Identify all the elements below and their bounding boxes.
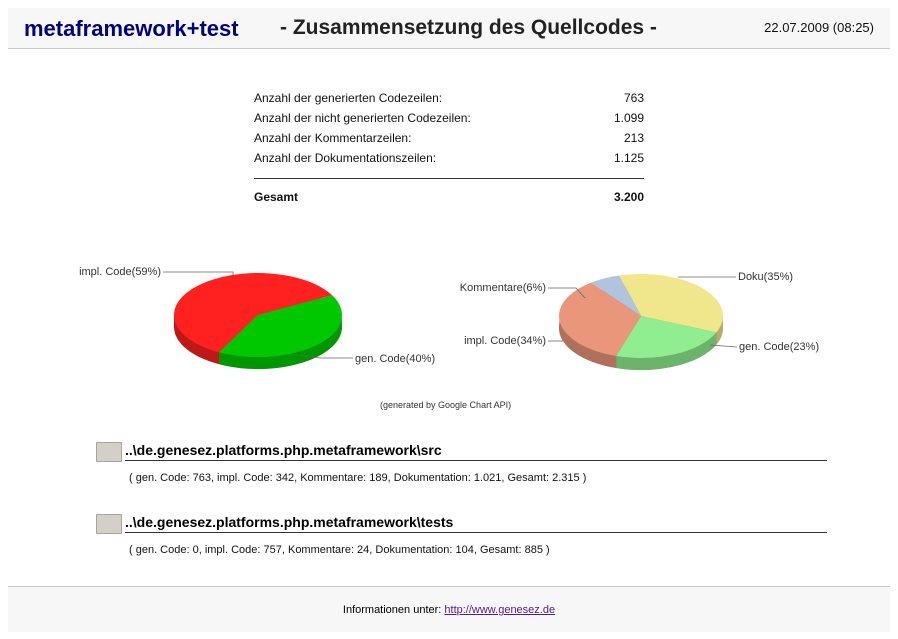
pie-label: gen. Code(23%) <box>739 341 819 353</box>
pie-label: impl. Code(34%) <box>464 335 546 347</box>
pie-chart-code: impl. Code(59%) gen. Code(40%) <box>79 266 435 369</box>
pie-leader-line <box>163 271 234 276</box>
footer-text: Informationen unter: <box>342 604 442 616</box>
module-path: ..\de.genesez.platforms.php.metaframewor… <box>125 514 827 533</box>
pie-label: Doku(35%) <box>738 271 793 283</box>
expand-button[interactable] <box>96 514 122 534</box>
module-detail: ( gen. Code: 763, impl. Code: 342, Komme… <box>129 472 587 484</box>
expand-button[interactable] <box>96 442 122 462</box>
chart-credit: (generated by Google Chart API) <box>380 400 512 410</box>
pie-label: gen. Code(40%) <box>355 353 435 365</box>
pie-charts: impl. Code(59%) gen. Code(40%) Doku(35%) g… <box>79 266 819 370</box>
pie-label: impl. Code(59%) <box>79 266 161 278</box>
module-detail: ( gen. Code: 0, impl. Code: 757, Komment… <box>129 544 550 556</box>
module-path: ..\de.genesez.platforms.php.metaframewor… <box>125 442 827 461</box>
pie-chart-composition: Doku(35%) gen. Code(23%) impl. Code(34%) Ko… <box>460 271 819 370</box>
page-footer: Informationen unter: http://www.genesez.… <box>8 586 890 632</box>
footer-link[interactable]: http://www.genesez.de <box>444 604 555 616</box>
pie-label: Kommentare(6%) <box>460 282 546 294</box>
